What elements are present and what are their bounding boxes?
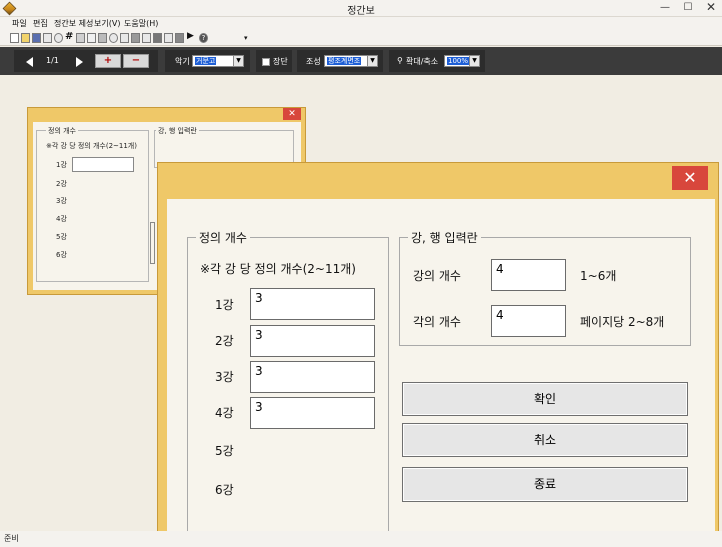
chevron-down-icon: ▼ <box>233 56 243 66</box>
play-icon[interactable]: ▶ <box>187 31 196 41</box>
bg-row-label: 2강 <box>56 180 67 188</box>
instrument-label: 악기 <box>175 57 190 66</box>
cancel-button[interactable]: 취소 <box>402 423 688 457</box>
bg-button-edge <box>150 222 155 264</box>
row-4-label: 4강 <box>215 406 234 420</box>
paste-icon[interactable] <box>98 33 107 43</box>
bg-row-label: 1강 <box>56 161 67 169</box>
title-bar: 정간보 — ☐ ✕ <box>0 0 722 17</box>
row-3-input[interactable]: 3 <box>250 361 375 393</box>
print-icon[interactable] <box>43 33 52 43</box>
table-icon[interactable] <box>120 33 129 43</box>
main-dialog-close-button[interactable]: ✕ <box>672 166 708 190</box>
row-6-label: 6강 <box>215 483 234 497</box>
gang-count-range: 1~6개 <box>580 269 617 283</box>
new-file-icon[interactable] <box>10 33 19 43</box>
menu-jeonggan[interactable]: 정간보 제성 <box>54 18 93 29</box>
menu-help[interactable]: 도움말(H) <box>124 18 158 29</box>
menu-bar: 파일 편집 정간보 제성 보기(V) 도움말(H) <box>0 17 722 31</box>
format-icon[interactable] <box>142 33 151 43</box>
count-group-title: 정의 개수 <box>196 229 250 246</box>
count-group: 정의 개수 ※각 강 당 정의 개수(2~11개) 1강 3 2강 3 3강 3… <box>187 229 389 537</box>
background-dialog-close-button[interactable]: ✕ <box>283 108 301 120</box>
main-dialog-body: 정의 개수 ※각 강 당 정의 개수(2~11개) 1강 3 2강 3 3강 3… <box>167 199 715 542</box>
key-label: 조성 <box>306 57 321 66</box>
close-window-button[interactable]: ✕ <box>700 0 722 16</box>
row-5-label: 5강 <box>215 444 234 458</box>
gak-count-label: 각의 개수 <box>413 315 461 329</box>
input-group-title: 강, 행 입력란 <box>408 229 481 246</box>
exit-button[interactable]: 종료 <box>402 467 688 502</box>
cut-icon[interactable] <box>76 33 85 43</box>
menu-edit[interactable]: 편집 <box>33 18 48 29</box>
jangdan-label: 장단 <box>273 57 288 66</box>
bg-count-group <box>36 130 149 282</box>
row-2-label: 2강 <box>215 334 234 348</box>
key-value: 평조계면조 <box>327 57 362 65</box>
chevron-down-icon: ▼ <box>367 56 377 66</box>
row-1-label: 1강 <box>215 298 234 312</box>
zoom-select[interactable]: 100% ▼ <box>444 55 480 67</box>
bg-count-group-title: 정의 개수 <box>46 126 78 136</box>
bg-row-label: 5강 <box>56 233 67 241</box>
insert-icon[interactable] <box>131 33 140 43</box>
row-3-label: 3강 <box>215 370 234 384</box>
row-4-input[interactable]: 3 <box>250 397 375 429</box>
icon-toolbar: # ▶ ? ▾ <box>0 31 722 46</box>
nav-bar: 1/1 + − 악기 거문고 ▼ 장단 조성 평조계면조 ▼ ⚲ 확대/축소 1… <box>0 47 722 75</box>
add-page-button[interactable]: + <box>95 54 121 68</box>
minimize-button[interactable]: — <box>654 0 676 16</box>
zoom-label: 확대/축소 <box>406 57 439 66</box>
undo-icon[interactable] <box>109 33 118 43</box>
save-icon[interactable] <box>32 33 41 43</box>
open-folder-icon[interactable] <box>21 33 30 43</box>
menu-file[interactable]: 파일 <box>12 18 27 29</box>
grid-icon[interactable]: # <box>65 31 74 42</box>
gang-count-input[interactable]: 4 <box>491 259 566 291</box>
menu-view[interactable]: 보기(V) <box>94 18 120 29</box>
bg-row-input[interactable] <box>72 157 134 172</box>
row-1-input[interactable]: 3 <box>250 288 375 320</box>
input-group: 강, 행 입력란 강의 개수 4 1~6개 각의 개수 4 페이지당 2~8개 <box>399 229 691 346</box>
gang-count-label: 강의 개수 <box>413 269 461 283</box>
help-icon[interactable]: ? <box>199 33 208 43</box>
instrument-value: 거문고 <box>195 57 217 65</box>
preview-icon[interactable] <box>54 33 63 43</box>
zoom-value: 100% <box>447 57 470 65</box>
gak-count-input[interactable]: 4 <box>491 305 566 337</box>
count-note: ※각 강 당 정의 개수(2~11개) <box>200 262 356 276</box>
bg-row-label: 6강 <box>56 251 67 259</box>
ok-button[interactable]: 확인 <box>402 382 688 416</box>
view-icon[interactable] <box>164 33 173 43</box>
search-icon: ⚲ <box>397 56 403 65</box>
jangdan-checkbox[interactable] <box>262 58 270 66</box>
next-page-icon[interactable] <box>76 57 83 67</box>
bg-count-note: ※각 강 당 정의 개수(2~11개) <box>46 142 137 150</box>
prev-page-icon[interactable] <box>26 57 33 67</box>
settings-icon[interactable] <box>153 33 162 43</box>
gak-count-range: 페이지당 2~8개 <box>580 315 665 329</box>
page-indicator: 1/1 <box>46 56 59 65</box>
status-text: 준비 <box>4 534 19 543</box>
bg-row-label: 3강 <box>56 197 67 205</box>
chevron-down-icon: ▼ <box>469 56 479 66</box>
bg-row-label: 4강 <box>56 215 67 223</box>
tool-icon[interactable] <box>175 33 184 43</box>
window-title: 정간보 <box>347 6 375 17</box>
copy-icon[interactable] <box>87 33 96 43</box>
bg-input-group-title: 강, 행 입력란 <box>156 126 199 136</box>
toolbar-dropdown-icon[interactable]: ▾ <box>244 34 253 44</box>
main-dialog: 정의 개수 ※각 강 당 정의 개수(2~11개) 1강 3 2강 3 3강 3… <box>157 162 719 545</box>
key-select[interactable]: 평조계면조 ▼ <box>324 55 378 67</box>
remove-page-button[interactable]: − <box>123 54 149 68</box>
row-2-input[interactable]: 3 <box>250 325 375 357</box>
instrument-select[interactable]: 거문고 ▼ <box>192 55 244 67</box>
status-bar: 준비 <box>0 531 722 547</box>
maximize-button[interactable]: ☐ <box>677 0 699 16</box>
